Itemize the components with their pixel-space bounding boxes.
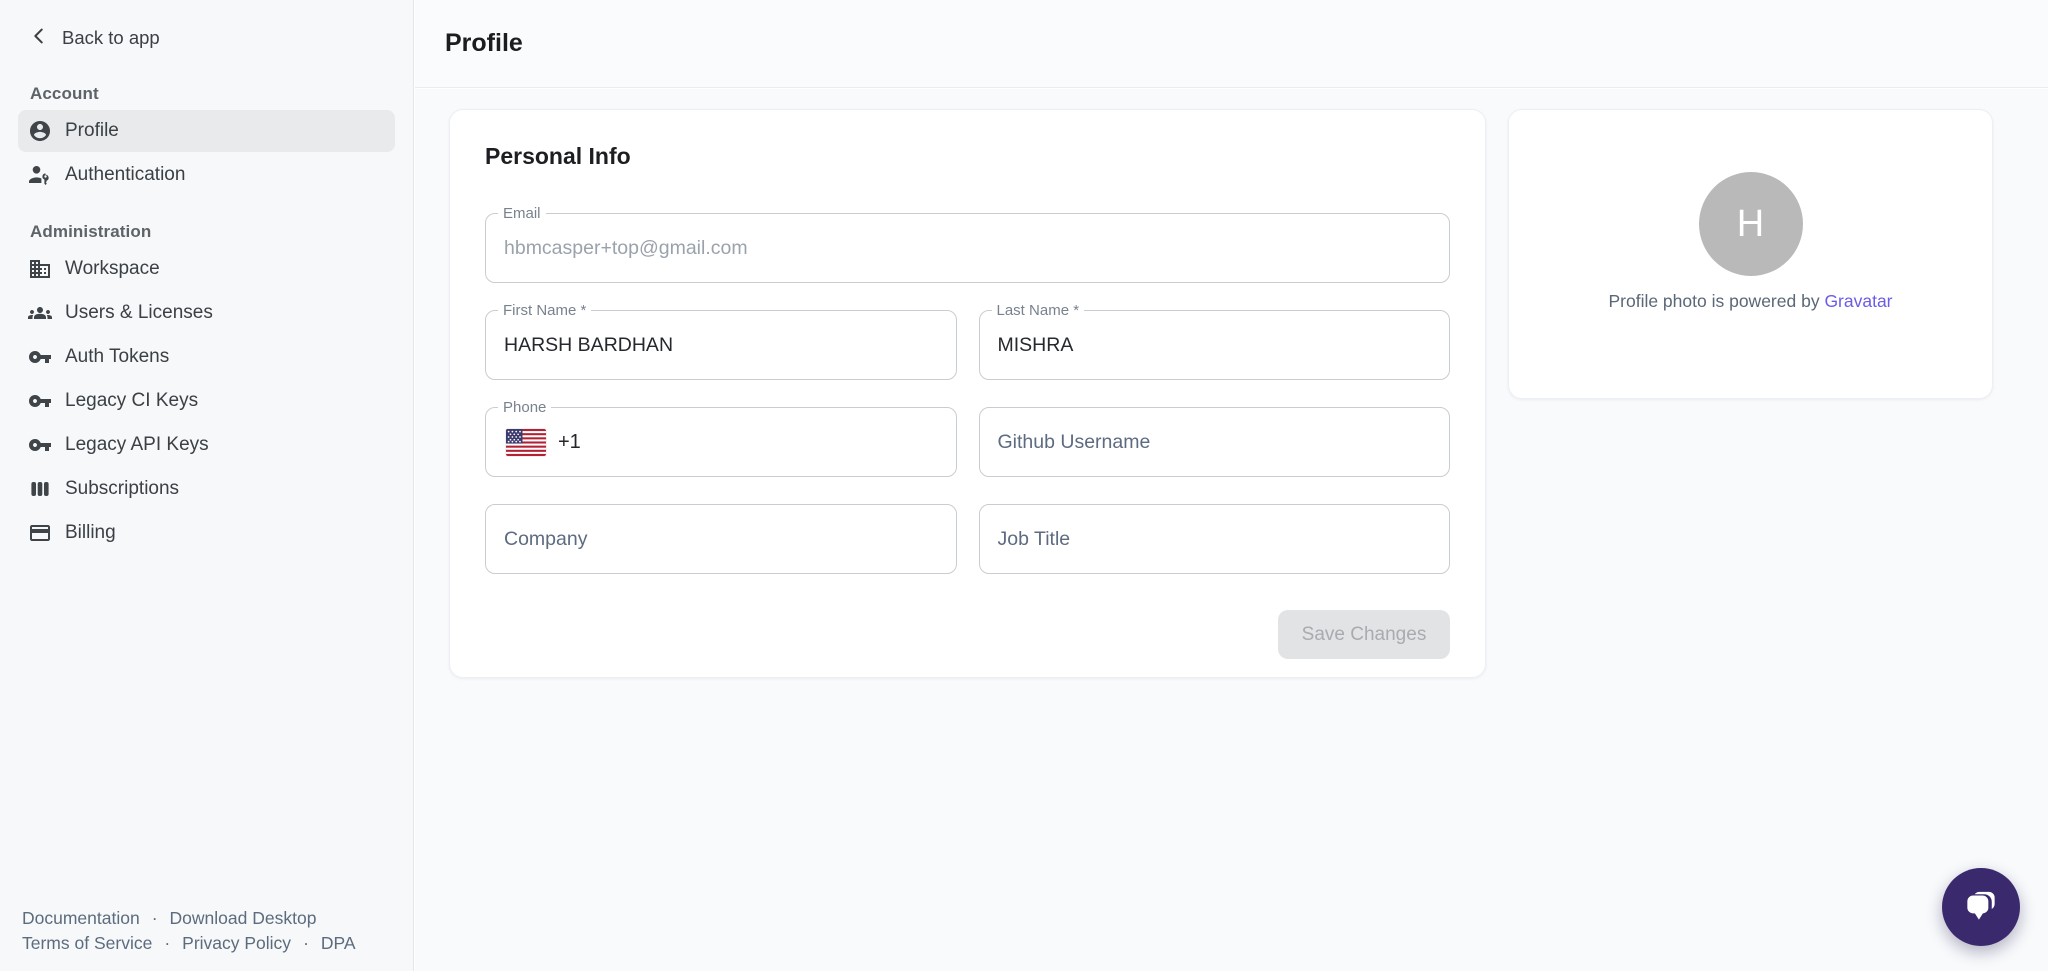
company-job-row (485, 504, 1450, 574)
main-area: Profile Personal Info Email First Name *… (415, 0, 2048, 971)
sidebar-item-label: Legacy API Keys (65, 434, 209, 456)
footer-separator: · (303, 931, 309, 956)
sidebar-item-label: Subscriptions (65, 478, 179, 500)
footer-link-terms-of-service[interactable]: Terms of Service (22, 931, 152, 956)
account-circle-icon (28, 119, 52, 143)
personal-info-title: Personal Info (485, 143, 1450, 170)
name-row: First Name * Last Name * (485, 310, 1450, 380)
back-to-app-label: Back to app (62, 27, 160, 49)
sidebar-item-authentication[interactable]: Authentication (18, 154, 395, 196)
section-label-administration: Administration (0, 222, 413, 244)
github-username-field (979, 407, 1451, 477)
phone-input[interactable] (581, 408, 956, 476)
phone-label: Phone (498, 399, 551, 416)
sidebar-item-label: Auth Tokens (65, 346, 169, 368)
columns-icon (28, 477, 52, 501)
company-field (485, 504, 957, 574)
personal-info-card: Personal Info Email First Name * Last Na… (449, 109, 1486, 678)
us-flag-icon[interactable] (506, 429, 546, 456)
footer-link-documentation[interactable]: Documentation (22, 906, 140, 931)
last-name-input[interactable] (980, 311, 1450, 379)
company-input[interactable] (486, 505, 956, 573)
sidebar-item-label: Workspace (65, 258, 160, 280)
first-name-input[interactable] (486, 311, 956, 379)
key-icon (28, 389, 52, 413)
gravatar-link[interactable]: Gravatar (1824, 291, 1892, 311)
actions-row: Save Changes (485, 610, 1450, 659)
first-name-field: First Name * (485, 310, 957, 380)
sidebar-item-auth-tokens[interactable]: Auth Tokens (18, 336, 395, 378)
sidebar-item-legacy-ci-keys[interactable]: Legacy CI Keys (18, 380, 395, 422)
building-icon (28, 257, 52, 281)
key-icon (28, 433, 52, 457)
sidebar-item-workspace[interactable]: Workspace (18, 248, 395, 290)
email-field: Email (485, 213, 1450, 283)
sidebar-footer: Documentation · Download Desktop Terms o… (22, 906, 356, 956)
save-changes-button[interactable]: Save Changes (1278, 610, 1450, 659)
sidebar: Back to app Account Profile Authenticati… (0, 0, 414, 971)
sidebar-item-label: Profile (65, 120, 119, 142)
content-area: Personal Info Email First Name * Last Na… (415, 89, 2048, 971)
sidebar-item-label: Users & Licenses (65, 302, 213, 324)
footer-link-privacy-policy[interactable]: Privacy Policy (182, 931, 291, 956)
people-group-icon (28, 301, 52, 325)
profile-photo-card: H Profile photo is powered by Gravatar (1508, 109, 1993, 399)
phone-country-code: +1 (558, 431, 581, 454)
avatar: H (1699, 172, 1803, 276)
account-nav-list: Profile Authentication (0, 110, 413, 196)
footer-link-dpa[interactable]: DPA (321, 931, 356, 956)
sidebar-item-subscriptions[interactable]: Subscriptions (18, 468, 395, 510)
person-key-icon (28, 163, 52, 187)
page-header: Profile (415, 0, 2048, 88)
email-label: Email (498, 205, 546, 222)
phone-field: Phone (485, 407, 957, 477)
chevron-left-icon (28, 25, 50, 52)
gravatar-caption: Profile photo is powered by Gravatar (1509, 291, 1992, 312)
sidebar-item-legacy-api-keys[interactable]: Legacy API Keys (18, 424, 395, 466)
footer-separator: · (152, 906, 158, 931)
footer-link-download-desktop[interactable]: Download Desktop (170, 906, 317, 931)
chat-widget-button[interactable] (1942, 868, 2020, 946)
job-title-input[interactable] (980, 505, 1450, 573)
sidebar-item-billing[interactable]: Billing (18, 512, 395, 554)
sidebar-item-label: Legacy CI Keys (65, 390, 198, 412)
avatar-initial: H (1737, 203, 1764, 246)
administration-nav-list: Workspace Users & Licenses Auth Tokens L… (0, 248, 413, 554)
section-label-account: Account (0, 84, 413, 106)
back-to-app-button[interactable]: Back to app (0, 0, 413, 52)
sidebar-item-users-licenses[interactable]: Users & Licenses (18, 292, 395, 334)
sidebar-item-profile[interactable]: Profile (18, 110, 395, 152)
footer-separator: · (164, 931, 170, 956)
chat-bubbles-icon (1960, 885, 2002, 930)
sidebar-item-label: Billing (65, 522, 116, 544)
last-name-label: Last Name * (992, 302, 1085, 319)
sidebar-item-label: Authentication (65, 164, 185, 186)
phone-github-row: Phone (485, 407, 1450, 477)
app-screen: Back to app Account Profile Authenticati… (0, 0, 2048, 971)
page-title: Profile (445, 29, 523, 58)
github-username-input[interactable] (980, 408, 1450, 476)
job-title-field (979, 504, 1451, 574)
credit-card-icon (28, 521, 52, 545)
first-name-label: First Name * (498, 302, 591, 319)
last-name-field: Last Name * (979, 310, 1451, 380)
email-input (486, 214, 1449, 282)
key-icon (28, 345, 52, 369)
